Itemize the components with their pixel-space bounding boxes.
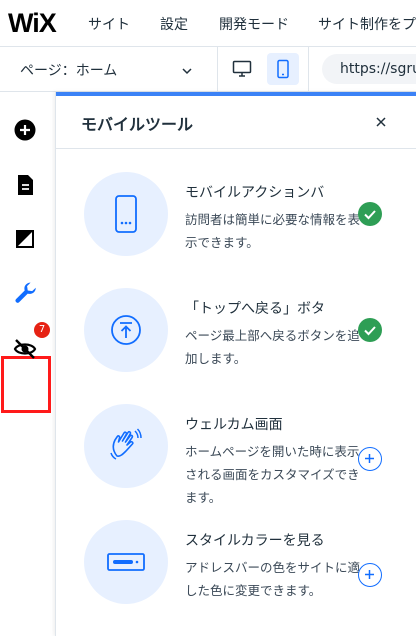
tool-icon-circle (84, 288, 168, 372)
mobile-tools-button[interactable] (0, 268, 50, 318)
editor-toolbar: ページ：ホーム https://sgru (0, 47, 416, 92)
tool-mobile-action-bar[interactable]: モバイルアクションバ 訪問者は簡単に必要な情報を表示できます。 (56, 172, 416, 288)
tool-title: スタイルカラーを見る (185, 533, 325, 549)
left-sidebar: 7 (0, 92, 54, 636)
tool-title: モバイルアクションバ (185, 185, 325, 201)
add-elements-button[interactable] (0, 105, 50, 155)
add-tool-button[interactable] (358, 563, 382, 587)
tool-icon-circle (84, 520, 168, 604)
tool-title: 「トップへ戻る」ボタ (185, 301, 325, 317)
chevron-down-icon (181, 62, 193, 81)
add-tool-button[interactable] (358, 447, 382, 471)
tool-icon-circle (84, 172, 168, 256)
toolbar-divider (308, 47, 309, 91)
pages-button[interactable] (0, 160, 50, 210)
menu-settings[interactable]: 設定 (160, 14, 188, 34)
menu-site-creation[interactable]: サイト制作をプ (318, 14, 416, 34)
tool-title: ウェルカム画面 (185, 417, 283, 433)
tool-description: 訪問者は簡単に必要な情報を表示できます。 (185, 212, 361, 250)
mobile-view-button[interactable] (267, 53, 299, 85)
panel-title: モバイルツール (81, 115, 194, 134)
mobile-tools-panel: モバイルツール モバイルアクションバ 訪問者は簡単に必要な情報を表示できます。 (55, 92, 416, 636)
tool-back-to-top[interactable]: 「トップへ戻る」ボタ ページ最上部へ戻るボタンを追加します。 (56, 288, 416, 404)
page-selector[interactable]: ページ：ホーム (0, 47, 218, 91)
close-icon (372, 116, 390, 135)
menu-site[interactable]: サイト (88, 14, 130, 34)
close-button[interactable] (372, 113, 390, 131)
desktop-view-button[interactable] (226, 53, 258, 85)
enabled-status (358, 202, 382, 226)
tool-description: アドレスバーの色をサイトに適した色に変更できます。 (185, 560, 361, 598)
site-url-text: https://sgru (340, 61, 416, 77)
design-button[interactable] (0, 214, 50, 264)
top-menu-bar: WiX サイト 設定 開発モード サイト制作をプ (0, 0, 416, 47)
page-selector-label: ページ：ホーム (20, 63, 118, 79)
tool-description: ページ最上部へ戻るボタンを追加します。 (185, 328, 360, 366)
site-url-field[interactable]: https://sgru (322, 54, 416, 84)
panel-header: モバイルツール (56, 96, 416, 149)
tool-style-color[interactable]: スタイルカラーを見る アドレスバーの色をサイトに適した色に変更できます。 (56, 520, 416, 636)
enabled-status (358, 318, 382, 342)
menu-dev-mode[interactable]: 開発モード (219, 14, 289, 34)
tool-description: ホームページを開いた時に表示される画面をカスタマイズできます。 (185, 444, 360, 505)
tool-welcome-screen[interactable]: ウェルカム画面 ホームページを開いた時に表示される画面をカスタマイズできます。 (56, 404, 416, 520)
wix-logo[interactable]: WiX (8, 8, 57, 39)
tool-icon-circle (84, 404, 168, 488)
notification-badge: 7 (34, 322, 50, 338)
